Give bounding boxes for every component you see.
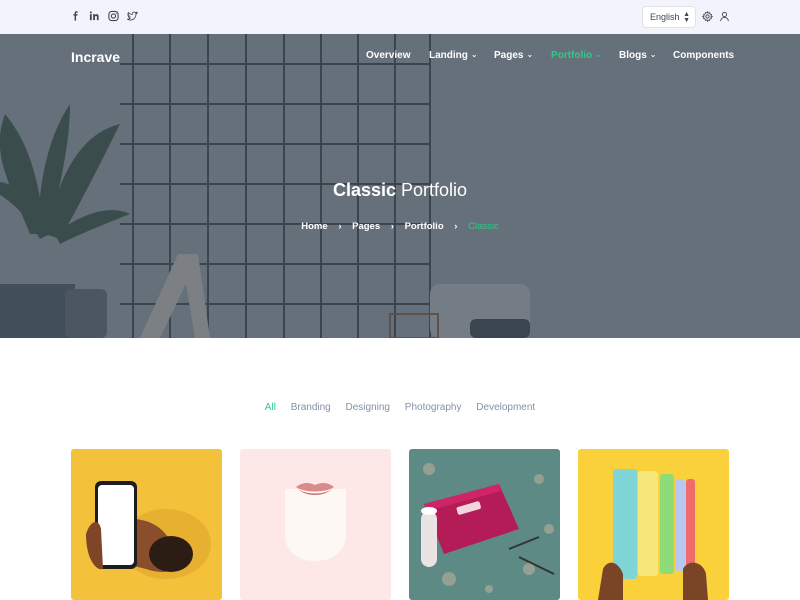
filter-development[interactable]: Development	[476, 402, 535, 413]
portfolio-item[interactable]	[578, 449, 729, 600]
chevron-down-icon: ⌄	[526, 50, 534, 59]
linkedin-icon[interactable]	[89, 10, 100, 22]
chevron-updown-icon: ▲ ▼	[683, 11, 690, 24]
nav-item-landing[interactable]: Landing ⌄	[429, 50, 478, 61]
user-icon[interactable]	[719, 11, 730, 22]
filter-photography[interactable]: Photography	[405, 402, 462, 413]
nav-item-portfolio[interactable]: Portfolio ⌄	[551, 50, 602, 61]
nav-item-label: Pages	[494, 50, 524, 61]
chevron-down-icon: ⌄	[649, 50, 657, 59]
top-bar: English ▲ ▼	[0, 0, 800, 34]
filter-all[interactable]: All	[265, 402, 276, 413]
facebook-icon[interactable]	[70, 10, 81, 22]
portfolio-item[interactable]	[409, 449, 560, 600]
breadcrumb-pages[interactable]: Pages	[352, 221, 380, 232]
settings-icon[interactable]	[702, 11, 713, 22]
chevron-down-icon: ⌄	[595, 50, 602, 59]
language-select[interactable]: English ▲ ▼	[642, 6, 696, 28]
social-links	[70, 10, 138, 22]
portfolio-filters: All Branding Designing Photography Devel…	[0, 402, 800, 413]
language-select-value: English	[650, 12, 680, 22]
page-title-bold: Classic	[332, 180, 396, 200]
main-nav: Overview Landing ⌄ Pages ⌄ Portfolio ⌄ Blog…	[0, 50, 800, 66]
nav-item-components[interactable]: Components	[673, 50, 734, 61]
chevron-right-icon: ›	[390, 221, 394, 232]
portfolio-item[interactable]	[71, 449, 222, 600]
nav-item-blogs[interactable]: Blogs ⌄	[619, 50, 656, 61]
nav-item-pages[interactable]: Pages ⌄	[494, 50, 533, 61]
nav-item-label: Portfolio	[551, 50, 593, 61]
nav-item-label: Blogs	[619, 50, 647, 61]
page-title: Classic Portfolio	[0, 180, 800, 201]
breadcrumb-home[interactable]: Home	[301, 221, 327, 232]
breadcrumb-portfolio[interactable]: Portfolio	[405, 221, 444, 232]
filter-branding[interactable]: Branding	[291, 402, 331, 413]
nav-item-overview[interactable]: Overview	[366, 50, 410, 61]
business-card-mockup-image	[409, 449, 560, 600]
chevron-down-icon: ⌄	[470, 50, 478, 59]
breadcrumb: Home › Pages › Portfolio › Classic	[0, 221, 800, 232]
filter-designing[interactable]: Designing	[346, 402, 390, 413]
instagram-icon[interactable]	[108, 10, 119, 22]
nav-item-label: Components	[673, 50, 735, 61]
chevron-right-icon: ›	[454, 221, 458, 232]
colored-books-image	[578, 449, 729, 600]
phone-in-hand-image	[71, 449, 222, 600]
breadcrumb-classic: Classic	[468, 221, 499, 232]
portfolio-item[interactable]	[240, 449, 391, 600]
page-title-rest: Portfolio	[396, 180, 468, 200]
nav-item-label: Landing	[429, 50, 468, 61]
lips-pink-image	[240, 449, 391, 600]
hero-section: Incrave Overview Landing ⌄ Pages ⌄ Portfol…	[0, 34, 800, 338]
twitter-icon[interactable]	[127, 10, 138, 22]
chevron-right-icon: ›	[338, 221, 342, 232]
nav-item-label: Overview	[366, 50, 411, 61]
